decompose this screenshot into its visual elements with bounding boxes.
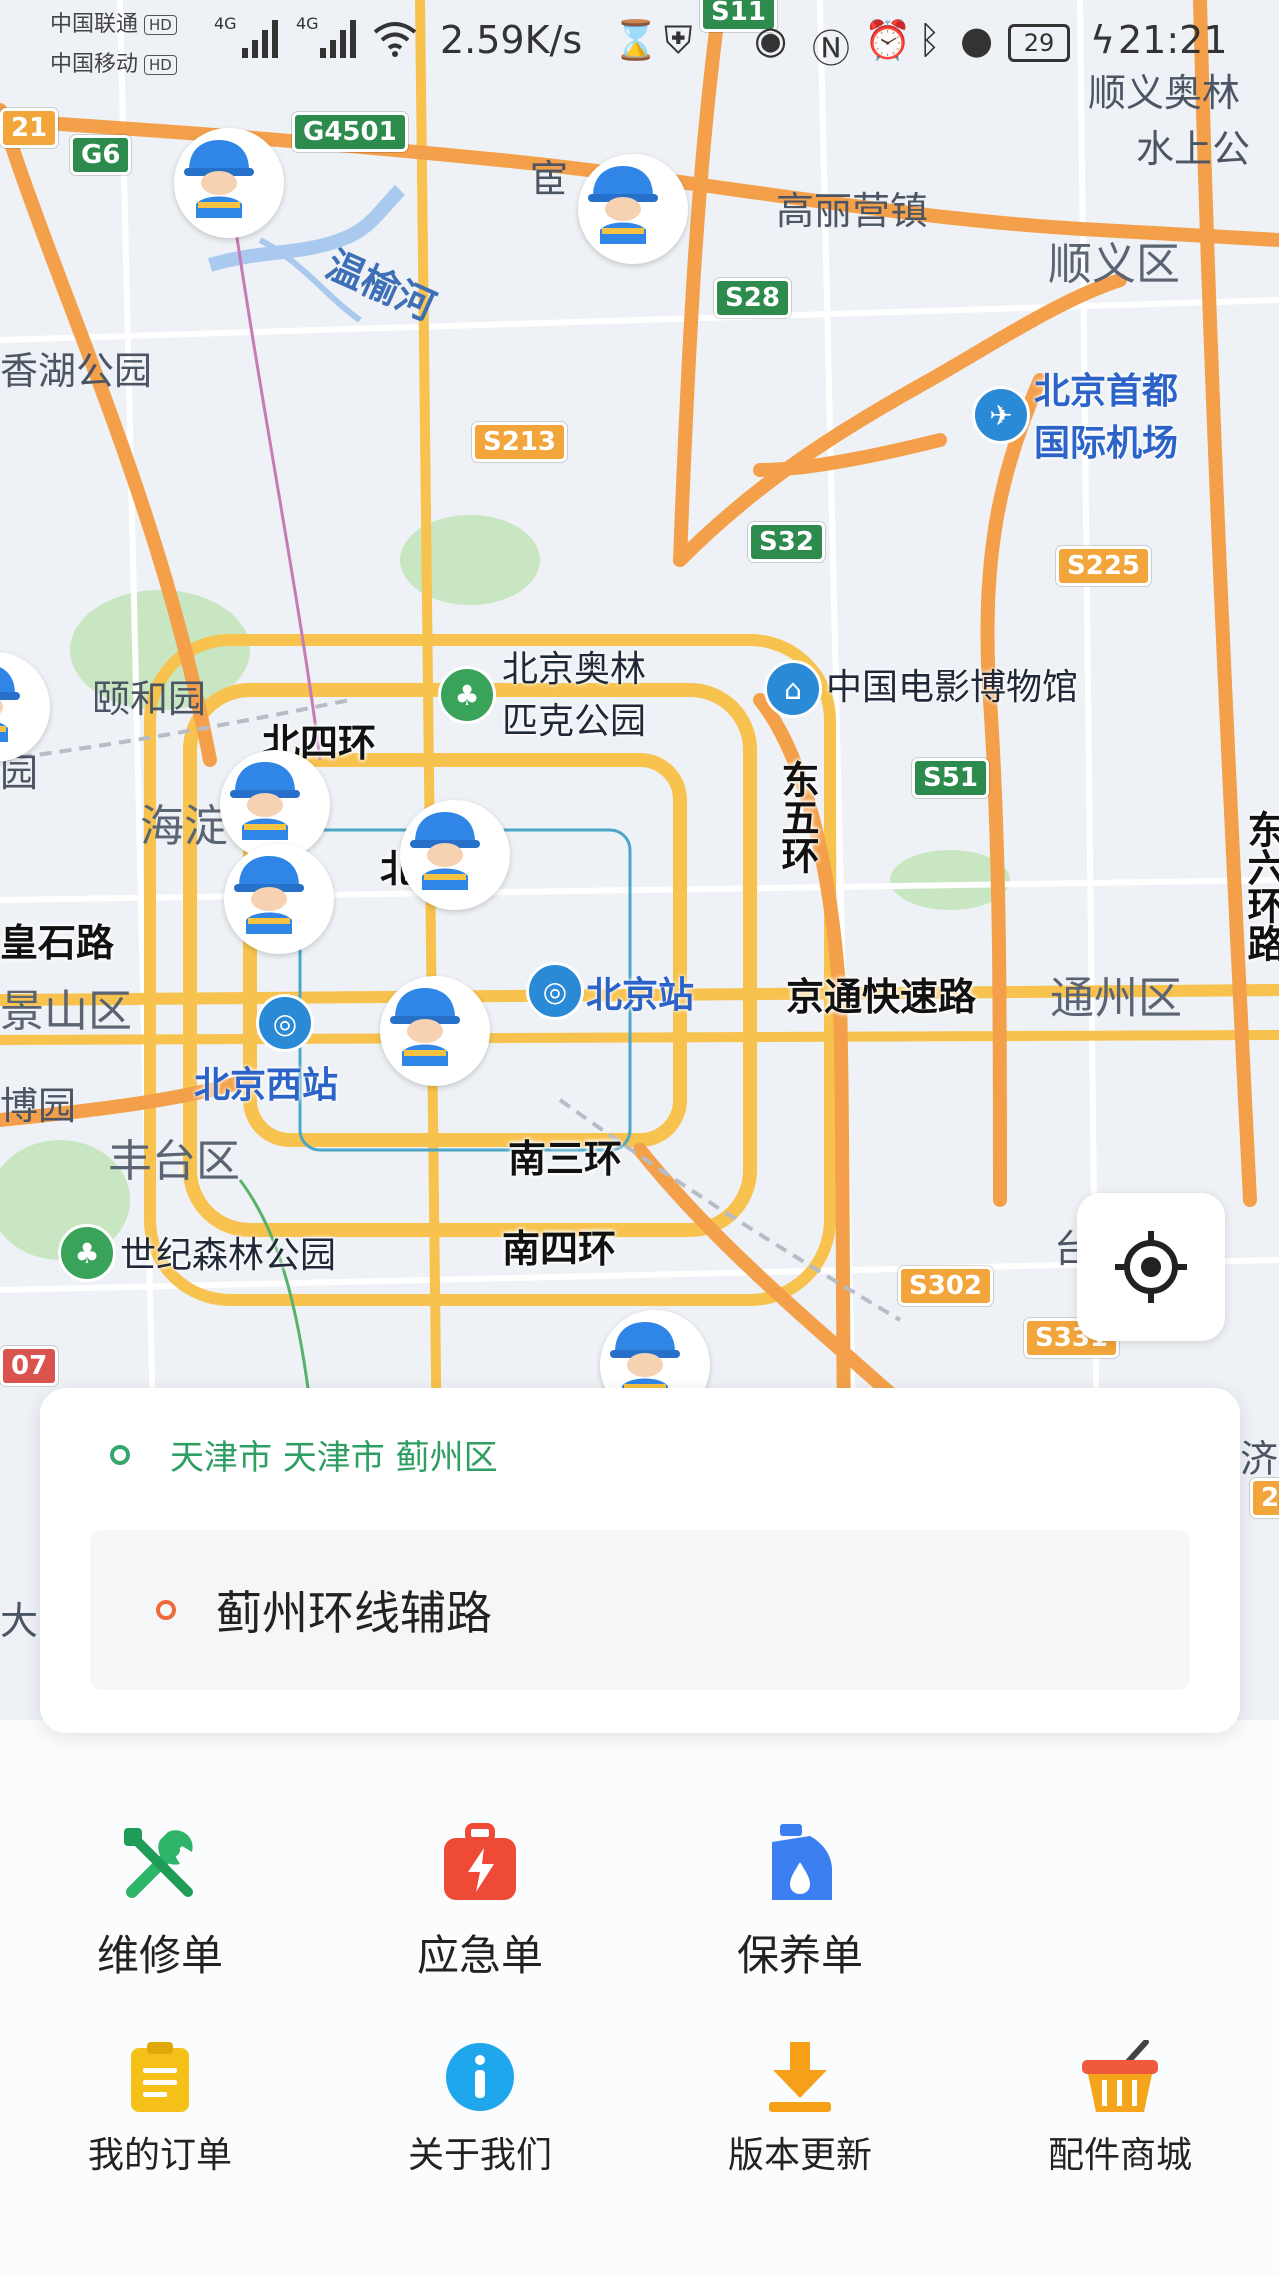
origin-dot-icon bbox=[110, 1444, 130, 1465]
road-label: 京通快速路 bbox=[786, 975, 977, 1019]
district-label: 景山区 bbox=[0, 986, 132, 1037]
maintenance-order-button[interactable]: 保养单 bbox=[640, 1822, 960, 1983]
road-shield: S32 bbox=[748, 522, 825, 562]
destination-dot-icon bbox=[156, 1600, 176, 1620]
info-icon bbox=[446, 2043, 514, 2111]
origin-text: 天津市 天津市 蓟州区 bbox=[170, 1438, 498, 1478]
road-shield: S302 bbox=[898, 1266, 993, 1306]
battery-icon: 29 bbox=[1008, 24, 1070, 62]
poi-label: 世纪森林公园 bbox=[120, 1235, 337, 1276]
road-label: 东五环 bbox=[775, 760, 819, 874]
train-station-icon: ◎ bbox=[526, 962, 584, 1020]
road-shield: G4501 bbox=[292, 112, 408, 152]
wifi-icon bbox=[373, 22, 417, 57]
carrier-1: 中国联通 HD bbox=[50, 6, 177, 38]
airport-icon: ✈ bbox=[972, 386, 1030, 444]
worker-marker[interactable] bbox=[224, 844, 334, 954]
crosshair-icon bbox=[1115, 1231, 1187, 1303]
poi-label: 北京首都 bbox=[1034, 371, 1179, 412]
district-label: 海淀 bbox=[140, 801, 228, 852]
bluetooth-icon: ᛒ bbox=[918, 18, 941, 62]
place-label: 博园 bbox=[0, 1084, 77, 1128]
district-label: 通州区 bbox=[1050, 973, 1182, 1024]
version-update-button[interactable]: 版本更新 bbox=[640, 2040, 960, 2178]
place-label: 宦 bbox=[530, 157, 569, 201]
network-type: 4G bbox=[214, 14, 237, 33]
poi-label: 北京站 bbox=[586, 975, 695, 1016]
poi-label: 国际机场 bbox=[1034, 423, 1179, 464]
repair-order-button[interactable]: 维修单 bbox=[0, 1822, 320, 1983]
poi-label: 匹克公园 bbox=[502, 701, 647, 742]
district-label: 丰台区 bbox=[108, 1136, 240, 1187]
destination-text: 蓟州环线辅路 bbox=[216, 1586, 492, 1640]
train-station-icon: ◎ bbox=[256, 994, 314, 1052]
worker-marker[interactable] bbox=[174, 128, 284, 238]
place-label: 香湖公园 bbox=[0, 349, 153, 393]
road-label: 南四环 bbox=[502, 1227, 617, 1271]
road-shield: S213 bbox=[472, 422, 567, 462]
place-label: 水上公 bbox=[1136, 127, 1251, 171]
emergency-bag-icon bbox=[444, 1823, 516, 1900]
download-icon bbox=[769, 2042, 831, 2112]
road-label: 东六环路 bbox=[1241, 810, 1279, 962]
my-orders-button[interactable]: 我的订单 bbox=[0, 2040, 320, 2178]
road-shield: G6 bbox=[70, 135, 132, 175]
place-label: 高丽营镇 bbox=[776, 189, 929, 233]
origin-address[interactable]: 天津市 天津市 蓟州区 bbox=[110, 1430, 498, 1479]
worker-marker[interactable] bbox=[400, 800, 510, 910]
museum-icon: ⌂ bbox=[764, 660, 822, 718]
road-shield: 2 bbox=[1250, 1478, 1279, 1518]
clipboard-icon bbox=[131, 2042, 189, 2112]
network-type: 4G bbox=[296, 14, 319, 33]
location-icon: ● bbox=[960, 18, 994, 62]
oil-can-icon bbox=[772, 1824, 832, 1900]
shield-icon: ⛨ bbox=[664, 18, 693, 62]
poi-label: 北京西站 bbox=[194, 1065, 339, 1106]
shopping-basket-icon bbox=[1082, 2040, 1158, 2112]
road-label: 南三环 bbox=[508, 1137, 623, 1181]
road-shield: S225 bbox=[1056, 546, 1151, 586]
worker-marker[interactable] bbox=[380, 976, 490, 1086]
locate-button[interactable] bbox=[1077, 1193, 1225, 1341]
parts-store-button[interactable]: 配件商城 bbox=[960, 2040, 1279, 2178]
road-shield: S51 bbox=[912, 758, 989, 798]
worker-marker[interactable] bbox=[578, 154, 688, 264]
place-label: 大 bbox=[0, 1599, 39, 1643]
emergency-order-button[interactable]: 应急单 bbox=[320, 1822, 640, 1983]
road-shield: 21 bbox=[0, 108, 59, 148]
wrench-screwdriver-icon bbox=[124, 1828, 193, 1898]
status-bar: 中国联通 HD 中国移动 HD 4G 4G 2.59K/s ⌛ ⛨ ◉ Ⓝ ⏰ ᛒ … bbox=[0, 0, 1279, 80]
alarm-icon: ⏰ bbox=[864, 18, 912, 62]
place-label: 济 bbox=[1240, 1437, 1279, 1481]
park-icon: ♣ bbox=[58, 1224, 116, 1282]
signal-icon bbox=[242, 20, 278, 58]
address-card: 天津市 天津市 蓟州区 蓟州环线辅路 bbox=[40, 1388, 1240, 1733]
charging-icon: ϟ bbox=[1090, 18, 1116, 62]
place-label: 颐和园 bbox=[92, 677, 207, 721]
district-label: 顺义区 bbox=[1048, 239, 1180, 290]
road-shield: S28 bbox=[714, 278, 791, 318]
destination-field[interactable]: 蓟州环线辅路 bbox=[90, 1530, 1190, 1690]
poi-label: 中国电影博物馆 bbox=[826, 667, 1079, 708]
carrier-2: 中国移动 HD bbox=[50, 46, 177, 78]
clock: 21:21 bbox=[1118, 18, 1228, 62]
poi-label: 北京奥林 bbox=[502, 649, 647, 690]
network-speed: 2.59K/s bbox=[440, 18, 583, 62]
nfc-icon: Ⓝ bbox=[812, 27, 851, 71]
signal-icon bbox=[320, 20, 356, 58]
road-shield: 07 bbox=[0, 1346, 59, 1386]
park-icon: ♣ bbox=[438, 666, 496, 724]
road-label: 皇石路 bbox=[0, 921, 115, 965]
hourglass-icon: ⌛ bbox=[612, 18, 660, 62]
eye-icon: ◉ bbox=[754, 18, 788, 62]
about-us-button[interactable]: 关于我们 bbox=[320, 2040, 640, 2178]
